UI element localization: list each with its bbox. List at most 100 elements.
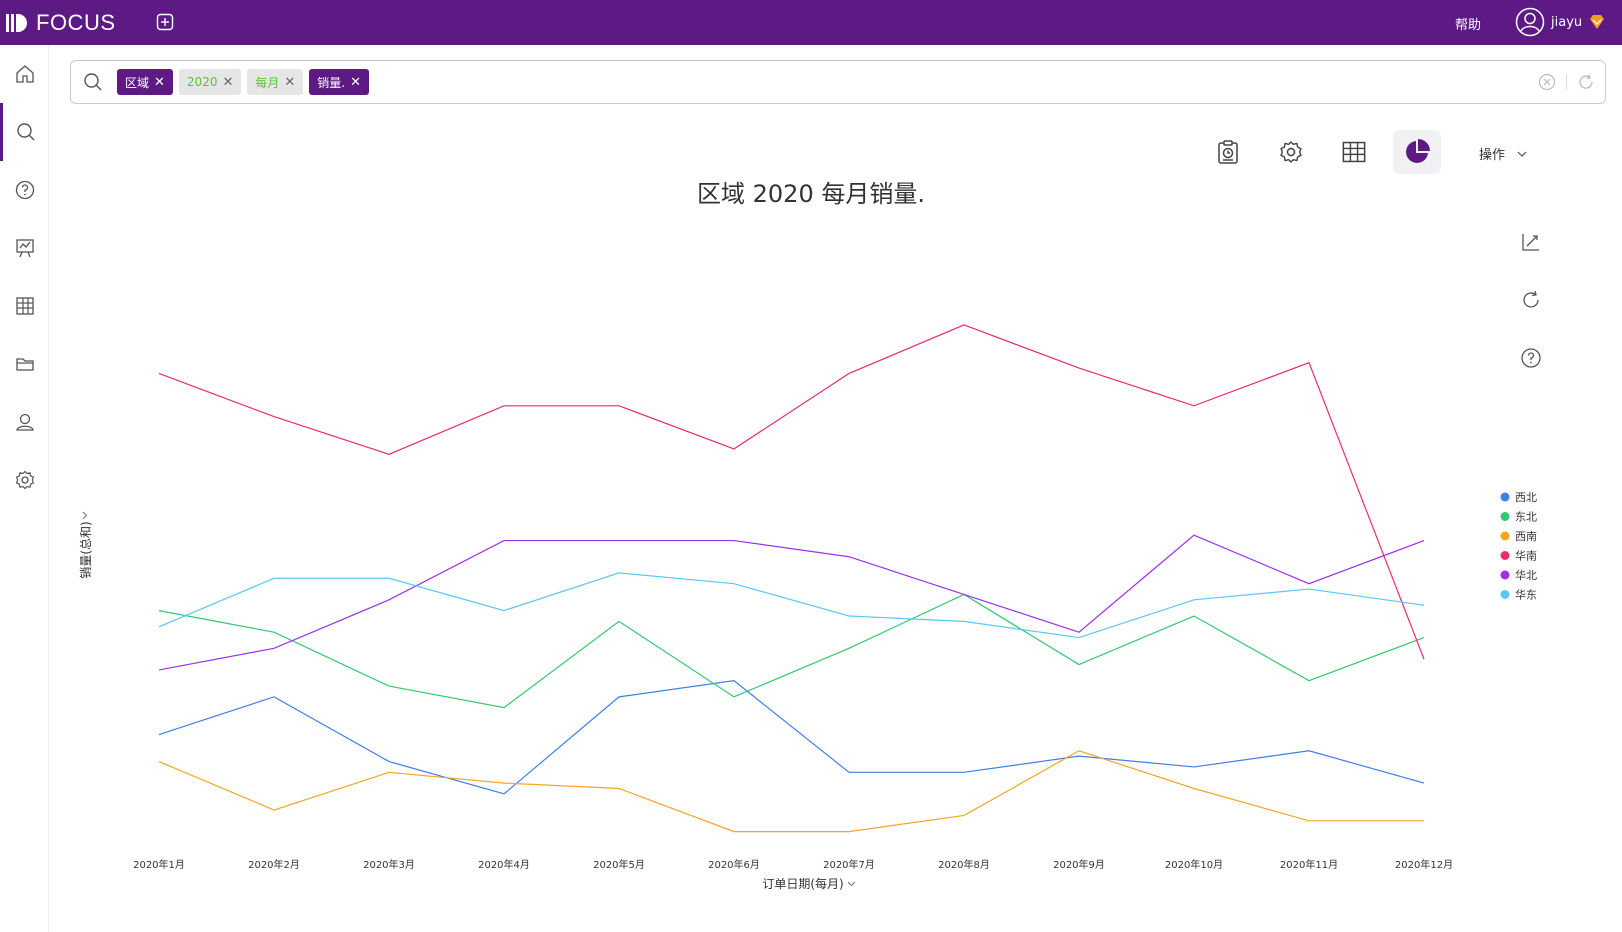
data-point[interactable] — [1306, 678, 1312, 684]
data-point[interactable] — [616, 538, 622, 544]
data-point[interactable] — [1306, 586, 1312, 592]
data-point[interactable] — [731, 538, 737, 544]
data-point[interactable] — [386, 769, 392, 775]
data-point[interactable] — [616, 694, 622, 700]
data-point[interactable] — [846, 554, 852, 560]
data-point[interactable] — [386, 597, 392, 603]
sidebar-item-files[interactable] — [0, 335, 49, 393]
series-line[interactable] — [158, 680, 1425, 795]
legend-item[interactable]: 华南 — [1500, 549, 1538, 563]
sidebar-item-home[interactable] — [0, 45, 49, 103]
data-point[interactable] — [846, 645, 852, 651]
data-point[interactable] — [386, 575, 392, 581]
data-point[interactable] — [1306, 748, 1312, 754]
data-point[interactable] — [1191, 613, 1197, 619]
data-point[interactable] — [731, 694, 737, 700]
data-point[interactable] — [1306, 581, 1312, 587]
data-point[interactable] — [1421, 538, 1427, 544]
x-axis-title[interactable]: 订单日期(每月) — [762, 876, 843, 891]
legend-item[interactable]: 华东 — [1500, 588, 1538, 602]
data-point[interactable] — [961, 769, 967, 775]
data-point[interactable] — [1191, 764, 1197, 770]
data-point[interactable] — [846, 829, 852, 835]
data-point[interactable] — [501, 791, 507, 797]
data-point[interactable] — [616, 618, 622, 624]
sidebar-item-users[interactable] — [0, 393, 49, 451]
sidebar-item-help[interactable] — [0, 161, 49, 219]
data-point[interactable] — [156, 667, 162, 673]
brand-logo[interactable]: FOCUS — [4, 10, 116, 36]
data-point[interactable] — [501, 538, 507, 544]
data-point[interactable] — [731, 829, 737, 835]
series-line[interactable] — [158, 572, 1425, 639]
data-point[interactable] — [1191, 597, 1197, 603]
data-point[interactable] — [156, 732, 162, 738]
data-point[interactable] — [616, 570, 622, 576]
data-point[interactable] — [1076, 748, 1082, 754]
legend-item[interactable]: 东北 — [1500, 511, 1538, 524]
add-tab-icon[interactable] — [156, 13, 174, 31]
data-point[interactable] — [616, 785, 622, 791]
y-axis-title[interactable]: 销量(总和) — [79, 521, 93, 578]
data-point[interactable] — [271, 694, 277, 700]
data-point[interactable] — [1421, 656, 1427, 662]
data-point[interactable] — [961, 618, 967, 624]
legend-item[interactable]: 华北 — [1500, 568, 1538, 582]
sidebar-item-data[interactable] — [0, 277, 49, 335]
data-point[interactable] — [501, 403, 507, 409]
y-axis-chevron-icon[interactable] — [82, 511, 88, 520]
legend-item[interactable]: 西北 — [1500, 491, 1538, 504]
help-link[interactable]: 帮助 — [1455, 14, 1481, 33]
data-point[interactable] — [846, 613, 852, 619]
data-point[interactable] — [156, 759, 162, 765]
data-point[interactable] — [156, 608, 162, 614]
data-point[interactable] — [1076, 753, 1082, 759]
data-point[interactable] — [731, 678, 737, 684]
data-point[interactable] — [1191, 785, 1197, 791]
sidebar-item-dashboard[interactable] — [0, 219, 49, 277]
data-point[interactable] — [846, 370, 852, 376]
data-point[interactable] — [501, 705, 507, 711]
data-point[interactable] — [1076, 365, 1082, 371]
data-point[interactable] — [386, 683, 392, 689]
data-point[interactable] — [731, 581, 737, 587]
user-menu[interactable]: jiayu — [1515, 7, 1606, 37]
data-point[interactable] — [386, 451, 392, 457]
data-point[interactable] — [271, 575, 277, 581]
sidebar-item-search[interactable] — [0, 103, 49, 161]
data-point[interactable] — [731, 446, 737, 452]
data-point[interactable] — [1076, 662, 1082, 668]
data-point[interactable] — [1076, 629, 1082, 635]
data-point[interactable] — [616, 403, 622, 409]
data-point[interactable] — [961, 591, 967, 597]
data-point[interactable] — [1306, 818, 1312, 824]
data-point[interactable] — [501, 780, 507, 786]
series-line[interactable] — [158, 324, 1425, 660]
data-point[interactable] — [156, 624, 162, 630]
data-point[interactable] — [1306, 360, 1312, 366]
data-point[interactable] — [1421, 818, 1427, 824]
data-point[interactable] — [1421, 602, 1427, 608]
data-point[interactable] — [1421, 780, 1427, 786]
data-point[interactable] — [271, 807, 277, 813]
data-point[interactable] — [1421, 635, 1427, 641]
legend-item[interactable]: 西南 — [1500, 530, 1538, 543]
sidebar-item-settings[interactable] — [0, 451, 49, 509]
data-point[interactable] — [271, 645, 277, 651]
data-point[interactable] — [1076, 635, 1082, 641]
x-axis-chevron-icon[interactable] — [847, 881, 856, 887]
series-line[interactable] — [158, 750, 1424, 833]
series-line[interactable] — [158, 593, 1425, 709]
data-point[interactable] — [1191, 403, 1197, 409]
data-point[interactable] — [961, 812, 967, 818]
data-point[interactable] — [501, 608, 507, 614]
data-point[interactable] — [271, 414, 277, 420]
data-point[interactable] — [386, 759, 392, 765]
data-point[interactable] — [156, 370, 162, 376]
series-line[interactable] — [158, 534, 1425, 671]
data-point[interactable] — [961, 322, 967, 328]
data-point[interactable] — [1191, 532, 1197, 538]
x-tick-label: 2020年5月 — [593, 858, 645, 871]
data-point[interactable] — [271, 629, 277, 635]
data-point[interactable] — [846, 769, 852, 775]
